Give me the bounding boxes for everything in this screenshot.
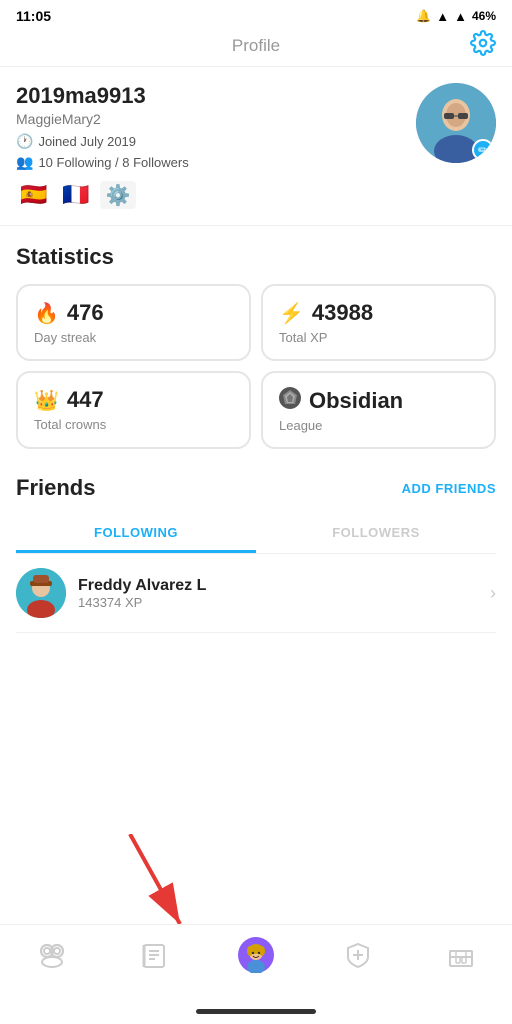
gear-icon[interactable] <box>470 30 496 63</box>
header: Profile <box>0 28 512 67</box>
stat-label-streak: Day streak <box>34 330 233 345</box>
stat-label-league: League <box>279 418 478 433</box>
tab-following[interactable]: FOLLOWING <box>16 515 256 553</box>
stat-card-streak: 🔥 476 Day streak <box>16 284 251 361</box>
friends-title: Friends <box>16 475 95 501</box>
status-icons: 🔔 ▲ ▲ 46% <box>416 9 496 24</box>
wifi-icon: ▲ <box>436 9 449 24</box>
edit-avatar-badge[interactable]: ✏ <box>472 139 494 161</box>
stat-top-streak: 🔥 476 <box>34 300 233 326</box>
character-icon <box>238 937 274 973</box>
stat-label-xp: Total XP <box>279 330 478 345</box>
stat-label-crowns: Total crowns <box>34 417 233 432</box>
stats-grid: 🔥 476 Day streak ⚡ 43988 Total XP 👑 447 … <box>16 284 496 449</box>
friends-tabs: FOLLOWING FOLLOWERS <box>16 515 496 554</box>
profile-username: 2019ma9913 <box>16 83 416 109</box>
bottom-nav <box>0 924 512 984</box>
stat-card-league: Obsidian League <box>261 371 496 449</box>
stat-top-xp: ⚡ 43988 <box>279 300 478 326</box>
nav-item-profile[interactable] <box>205 937 307 973</box>
add-friends-button[interactable]: ADD FRIENDS <box>402 481 496 496</box>
clock-icon: 🕐 <box>16 133 33 150</box>
friend-name: Freddy Alvarez L <box>78 577 490 595</box>
book-icon <box>140 941 168 969</box>
stat-value-crowns: 447 <box>67 387 104 413</box>
alarm-icon: 🔔 <box>416 9 431 23</box>
friend-info: Freddy Alvarez L 143374 XP <box>78 577 490 610</box>
fire-icon: 🔥 <box>34 301 59 326</box>
nav-item-learn[interactable] <box>102 941 204 969</box>
status-bar: 11:05 🔔 ▲ ▲ 46% <box>0 0 512 28</box>
profile-handle: MaggieMary2 <box>16 111 416 127</box>
tab-followers[interactable]: FOLLOWERS <box>256 515 496 553</box>
header-title: Profile <box>232 36 280 56</box>
battery-text: 46% <box>472 9 496 23</box>
signal-icon: ▲ <box>454 9 467 24</box>
nav-item-shop[interactable] <box>410 941 512 969</box>
stat-top-crowns: 👑 447 <box>34 387 233 413</box>
search-nav-icon <box>37 941 65 969</box>
flag-settings[interactable]: ⚙️ <box>100 181 136 209</box>
statistics-title: Statistics <box>16 244 496 270</box>
friend-item[interactable]: Freddy Alvarez L 143374 XP › <box>16 554 496 633</box>
home-indicator <box>196 1009 316 1014</box>
nav-item-leaderboard[interactable] <box>307 941 409 969</box>
profile-info: 2019ma9913 MaggieMary2 🕐 Joined July 201… <box>16 83 416 209</box>
shield-icon <box>344 941 372 969</box>
flag-france: 🇫🇷 <box>58 181 94 209</box>
shop-icon <box>447 941 475 969</box>
nav-item-search[interactable] <box>0 941 102 969</box>
lightning-icon: ⚡ <box>279 301 304 326</box>
status-time: 11:05 <box>16 8 51 24</box>
stat-top-league: Obsidian <box>279 387 478 414</box>
friend-avatar <box>16 568 66 618</box>
profile-follow: 👥 10 Following / 8 Followers <box>16 154 416 171</box>
friends-header: Friends ADD FRIENDS <box>16 475 496 501</box>
stat-card-xp: ⚡ 43988 Total XP <box>261 284 496 361</box>
crown-icon: 👑 <box>34 388 59 413</box>
friends-section: Friends ADD FRIENDS FOLLOWING FOLLOWERS … <box>0 457 512 641</box>
stat-card-crowns: 👑 447 Total crowns <box>16 371 251 449</box>
profile-section: 2019ma9913 MaggieMary2 🕐 Joined July 201… <box>0 67 512 226</box>
avatar[interactable]: ✏ <box>416 83 496 163</box>
friend-xp: 143374 XP <box>78 595 490 610</box>
stat-value-league: Obsidian <box>309 388 403 414</box>
statistics-section: Statistics 🔥 476 Day streak ⚡ 43988 Tota… <box>0 226 512 457</box>
profile-flags: 🇪🇸 🇫🇷 ⚙️ <box>16 181 416 209</box>
stat-value-streak: 476 <box>67 300 104 326</box>
chevron-right-icon: › <box>490 583 496 604</box>
profile-joined: 🕐 Joined July 2019 <box>16 133 416 150</box>
obsidian-icon <box>279 387 301 414</box>
flag-spain: 🇪🇸 <box>16 181 52 209</box>
stat-value-xp: 43988 <box>312 300 373 326</box>
people-icon: 👥 <box>16 154 33 171</box>
